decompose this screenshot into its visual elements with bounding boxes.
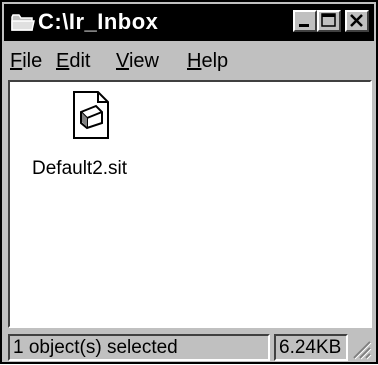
file-name[interactable]: Default2.sit [32, 158, 127, 180]
minimize-icon [299, 24, 309, 27]
status-bar: 1 object(s) selected 6.24KB [4, 332, 374, 362]
status-size: 6.24KB [274, 334, 348, 361]
menu-file[interactable]: File [10, 49, 42, 73]
folder-icon [10, 12, 36, 32]
minimize-button[interactable] [293, 10, 317, 32]
maximize-icon [321, 13, 336, 27]
menu-help[interactable]: Help [187, 49, 228, 73]
menu-edit[interactable]: Edit [56, 49, 90, 73]
explorer-window: C:\Ir_Inbox File Edit View Help Default2… [0, 0, 378, 364]
maximize-button[interactable] [317, 10, 341, 32]
title-bar[interactable]: C:\Ir_Inbox [4, 4, 374, 41]
document-icon[interactable] [68, 90, 114, 140]
menu-bar: File Edit View Help [4, 43, 374, 77]
file-list-pane[interactable]: Default2.sit [8, 80, 372, 328]
status-selection: 1 object(s) selected [8, 334, 270, 361]
window-title: C:\Ir_Inbox [38, 9, 159, 34]
resize-grip-icon[interactable] [350, 338, 372, 360]
close-button[interactable] [345, 10, 369, 32]
close-icon [350, 14, 363, 27]
menu-view[interactable]: View [116, 49, 159, 73]
